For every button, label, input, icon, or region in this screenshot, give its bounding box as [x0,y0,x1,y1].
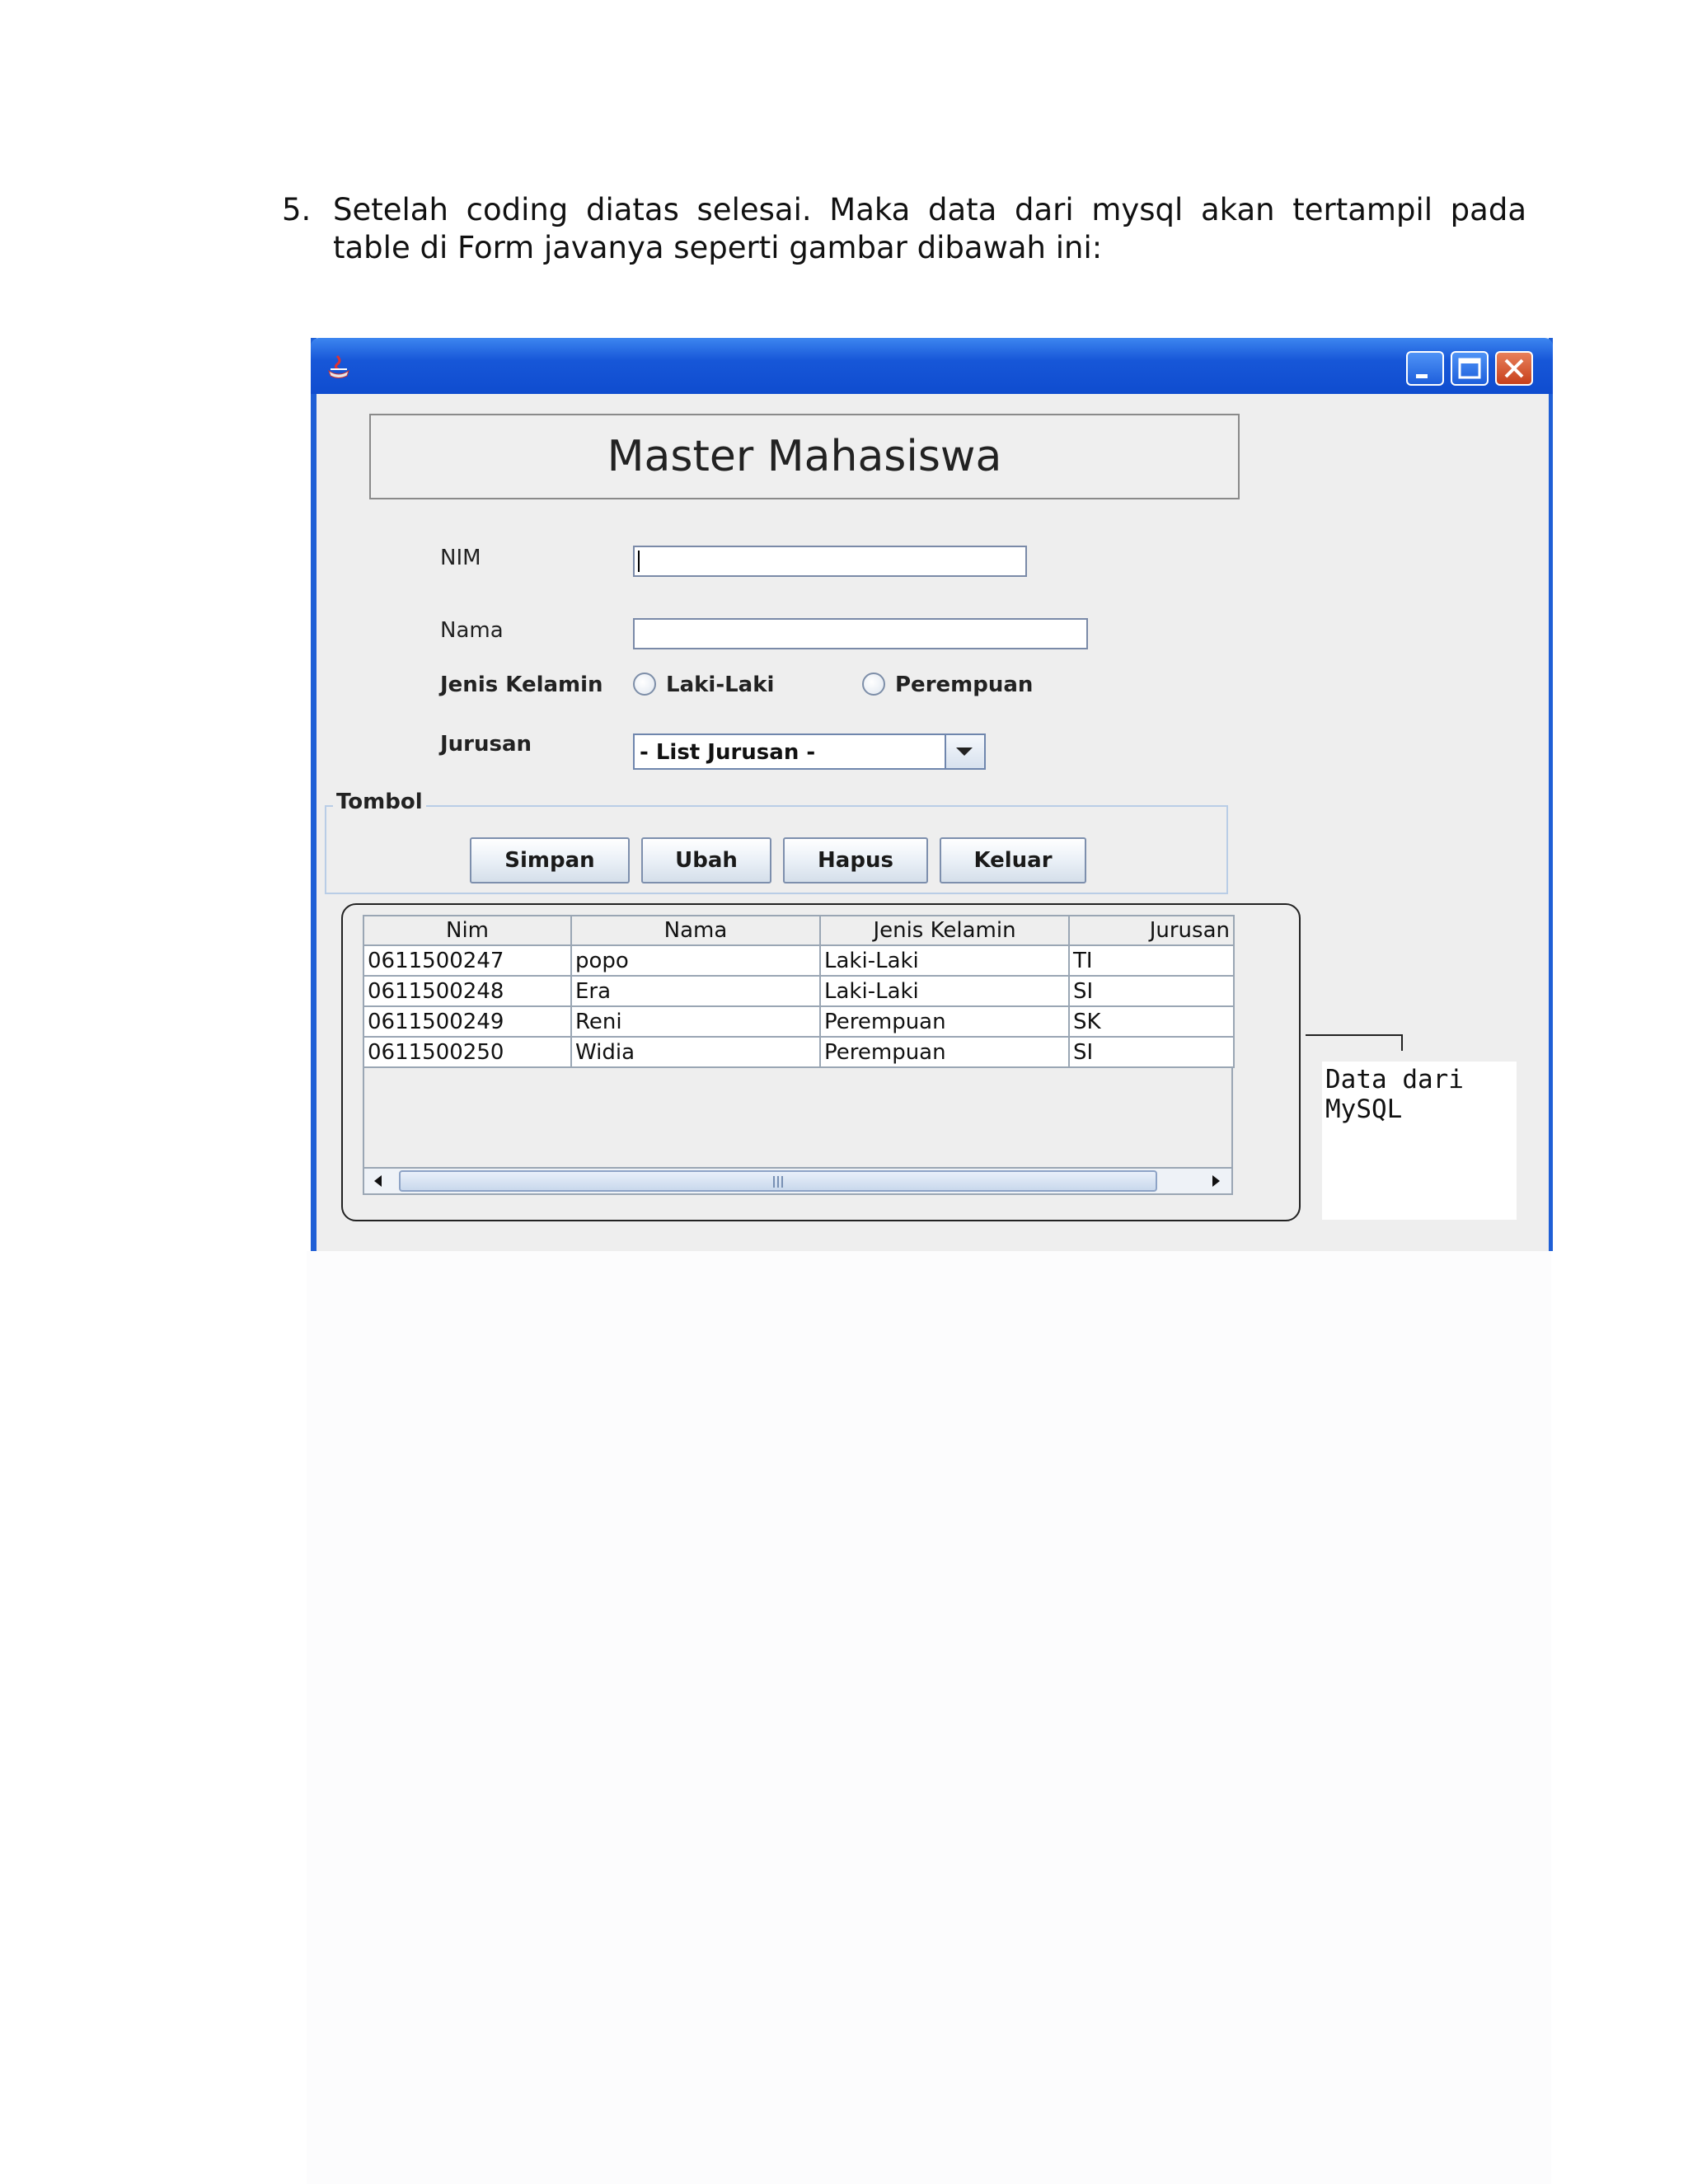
nama-input[interactable] [633,618,1088,649]
button-group-title: Tombol [333,790,426,814]
cell-jenis-kelamin: Perempuan [819,1005,1070,1038]
close-icon [1504,359,1524,378]
cell-nama: popo [570,944,821,977]
callout-text: Data dari MySQL [1325,1065,1479,1124]
cell-jurusan: SI [1068,1036,1235,1068]
cell-nama: Reni [570,1005,821,1038]
close-button[interactable] [1495,351,1533,386]
mahasiswa-table: Nim Nama Jenis Kelamin Jurusan 061150024… [363,915,1235,1068]
minimize-button[interactable] [1406,351,1444,386]
callout-connector [1306,1034,1403,1051]
cell-nim: 0611500250 [363,1036,572,1068]
nim-input[interactable] [633,546,1027,577]
table-row[interactable]: 0611500250 Widia Perempuan SI [363,1036,1235,1068]
radio-laki-laki[interactable] [633,673,656,696]
window-titlebar[interactable] [311,338,1553,394]
table-row[interactable]: 0611500247 popo Laki-Laki TI [363,944,1235,977]
button-group-box [325,805,1228,894]
maximize-icon [1458,358,1481,379]
simpan-button[interactable]: Simpan [470,837,630,883]
nim-label: NIM [440,546,481,570]
horizontal-scrollbar[interactable] [363,1167,1233,1195]
jurusan-combobox[interactable]: - List Jurusan - [633,733,986,770]
page-background [307,1251,1551,2184]
java-icon [328,354,349,378]
cell-nama: Era [570,975,821,1007]
form-title: Master Mahasiswa [607,432,1002,481]
radio-perempuan[interactable] [862,673,885,696]
chevron-down-icon [956,748,973,756]
scrollbar-grip-icon [773,1176,783,1188]
cell-nim: 0611500247 [363,944,572,977]
table-header-row: Nim Nama Jenis Kelamin Jurusan [363,915,1235,946]
cell-nim: 0611500249 [363,1005,572,1038]
text-caret [638,551,640,572]
column-header-jenis-kelamin[interactable]: Jenis Kelamin [819,915,1070,946]
combo-dropdown-button[interactable] [945,735,984,768]
radio-label-laki-laki: Laki-Laki [666,673,775,697]
instruction-paragraph: 5. Setelah coding diatas selesai. Maka d… [282,191,1526,267]
hapus-button[interactable]: Hapus [783,837,928,883]
table-empty-area [363,1068,1233,1177]
combo-selected-value: - List Jurusan - [640,740,816,765]
cell-jenis-kelamin: Perempuan [819,1036,1070,1068]
cell-nim: 0611500248 [363,975,572,1007]
table-row[interactable]: 0611500249 Reni Perempuan SK [363,1005,1235,1038]
cell-jurusan: SK [1068,1005,1235,1038]
cell-jurusan: TI [1068,944,1235,977]
cell-jenis-kelamin: Laki-Laki [819,975,1070,1007]
scroll-left-arrow-icon[interactable] [366,1170,391,1192]
cell-jenis-kelamin: Laki-Laki [819,944,1070,977]
cell-jurusan: SI [1068,975,1235,1007]
item-number: 5. [282,192,312,227]
column-header-nim[interactable]: Nim [363,915,572,946]
paragraph-text: Setelah coding diatas selesai. Maka data… [333,192,1526,265]
table-row[interactable]: 0611500248 Era Laki-Laki SI [363,975,1235,1007]
column-header-jurusan[interactable]: Jurusan [1068,915,1235,946]
nama-label: Nama [440,618,504,643]
jenis-kelamin-label: Jenis Kelamin [440,673,603,697]
scrollbar-thumb[interactable] [399,1170,1157,1192]
cell-nama: Widia [570,1036,821,1068]
column-header-nama[interactable]: Nama [570,915,821,946]
java-window: Master Mahasiswa NIM Nama Jenis Kelamin … [311,338,1553,1251]
keluar-button[interactable]: Keluar [940,837,1086,883]
scroll-right-arrow-icon[interactable] [1203,1170,1228,1192]
header-panel: Master Mahasiswa [369,414,1240,499]
ubah-button[interactable]: Ubah [641,837,771,883]
jurusan-label: Jurusan [440,732,532,757]
callout-box: Data dari MySQL [1322,1062,1517,1220]
maximize-button[interactable] [1451,351,1489,386]
radio-label-perempuan: Perempuan [895,673,1034,697]
minimize-icon [1416,374,1428,378]
